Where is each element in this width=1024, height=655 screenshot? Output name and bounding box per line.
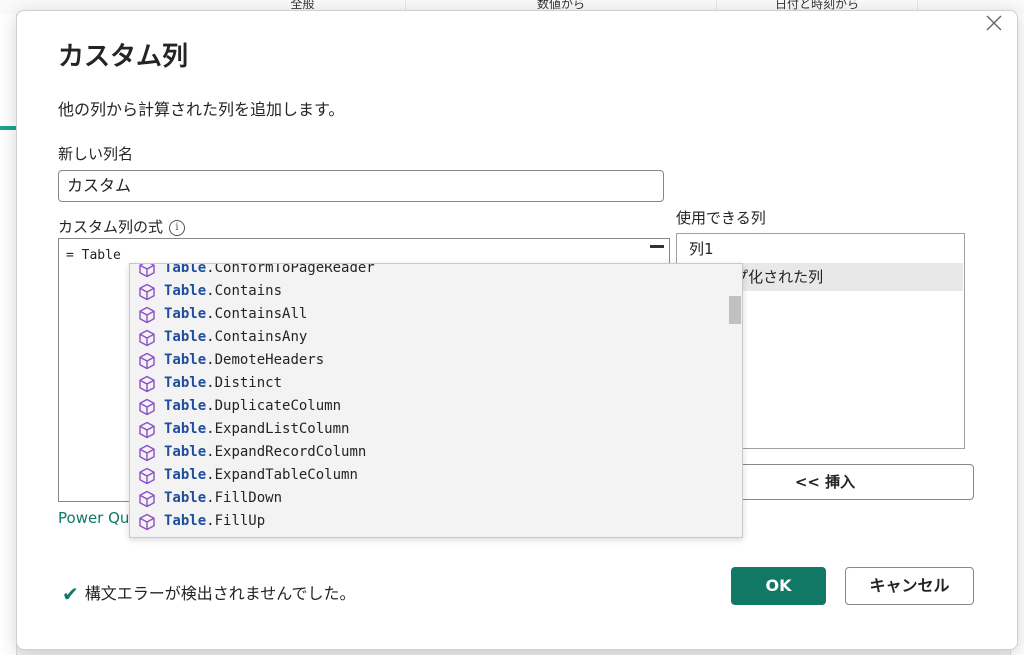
cube-icon — [138, 490, 156, 508]
cancel-button[interactable]: キャンセル — [845, 567, 974, 605]
ok-button[interactable]: OK — [731, 567, 826, 605]
autocomplete-item-prefix: Table — [164, 444, 207, 460]
autocomplete-item[interactable]: Table.DuplicateColumn — [130, 395, 726, 418]
autocomplete-item[interactable]: Table.ContainsAll — [130, 303, 726, 326]
cube-icon — [138, 513, 156, 531]
autocomplete-item[interactable]: Table.FillUp — [130, 510, 726, 533]
new-column-name-input[interactable]: カスタム — [58, 170, 664, 202]
autocomplete-item-prefix: Table — [164, 329, 207, 345]
autocomplete-item-prefix: Table — [164, 263, 207, 276]
autocomplete-item-name: .Distinct — [206, 375, 283, 391]
status-text: 構文エラーが検出されませんでした。 — [84, 584, 356, 603]
cube-icon — [138, 375, 156, 393]
formula-text[interactable]: = Table — [66, 248, 121, 263]
autocomplete-item-name: .DuplicateColumn — [206, 398, 342, 414]
autocomplete-item-label: Table.ExpandTableColumn — [164, 464, 358, 487]
autocomplete-item-name: .ContainsAny — [206, 329, 308, 345]
autocomplete-item-label: Table.DemoteHeaders — [164, 349, 324, 372]
status-message: ✔ 構文エラーが検出されませんでした。 — [62, 580, 356, 606]
cube-icon — [138, 421, 156, 439]
autocomplete-item-name: .ExpandTableColumn — [206, 467, 358, 483]
cube-icon — [138, 306, 156, 324]
autocomplete-item-prefix: Table — [164, 513, 207, 529]
autocomplete-item-label: Table.DuplicateColumn — [164, 395, 341, 418]
autocomplete-item-name: .FillUp — [206, 513, 266, 529]
cube-icon — [138, 467, 156, 485]
autocomplete-item[interactable]: Table.ConformToPageReader — [130, 263, 726, 280]
formula-label: カスタム列の式 — [58, 218, 164, 236]
autocomplete-item-name: .ExpandListColumn — [206, 421, 350, 437]
autocomplete-item-prefix: Table — [164, 352, 207, 368]
formula-label-row: カスタム列の式 i — [58, 216, 186, 237]
autocomplete-item-prefix: Table — [164, 490, 207, 506]
cube-icon — [138, 398, 156, 416]
available-columns-label: 使用できる列 — [676, 209, 766, 227]
autocomplete-scrollbar[interactable] — [728, 266, 742, 534]
autocomplete-item-label: Table.Distinct — [164, 372, 282, 395]
editor-scrollbar[interactable] — [648, 242, 666, 262]
autocomplete-item-name: .FillDown — [206, 490, 283, 506]
cube-icon — [138, 352, 156, 370]
autocomplete-item-name: .ContainsAll — [206, 306, 308, 322]
autocomplete-item-name: .DemoteHeaders — [206, 352, 325, 368]
autocomplete-item-label: Table.FillDown — [164, 487, 282, 510]
autocomplete-item-label: Table.ConformToPageReader — [164, 263, 375, 280]
autocomplete-item[interactable]: Table.ExpandListColumn — [130, 418, 726, 441]
dialog-title: カスタム列 — [58, 42, 189, 72]
autocomplete-item-label: Table.ContainsAny — [164, 326, 307, 349]
autocomplete-scroll-thumb[interactable] — [729, 296, 741, 324]
autocomplete-item-name: .ConformToPageReader — [206, 263, 375, 276]
autocomplete-item-prefix: Table — [164, 398, 207, 414]
close-icon[interactable] — [983, 14, 1005, 36]
autocomplete-item-prefix: Table — [164, 375, 207, 391]
power-query-link[interactable]: Power Qu — [58, 509, 129, 527]
autocomplete-item[interactable]: Table.ExpandTableColumn — [130, 464, 726, 487]
column-item-1[interactable]: 列1 — [678, 235, 963, 263]
autocomplete-item[interactable]: Table.ExpandRecordColumn — [130, 441, 726, 464]
autocomplete-item-prefix: Table — [164, 283, 207, 299]
autocomplete-item-prefix: Table — [164, 306, 207, 322]
check-icon: ✔ — [62, 582, 79, 606]
background-left-panel — [0, 14, 17, 655]
autocomplete-item[interactable]: Table.DemoteHeaders — [130, 349, 726, 372]
autocomplete-popup: Table.ConformToPageReader Table.Contains T… — [129, 263, 743, 538]
autocomplete-item-label: Table.ExpandRecordColumn — [164, 441, 366, 464]
autocomplete-item-prefix: Table — [164, 421, 207, 437]
autocomplete-item-label: Table.ContainsAll — [164, 303, 307, 326]
cube-icon — [138, 264, 156, 278]
autocomplete-item[interactable]: Table.FillDown — [130, 487, 726, 510]
cube-icon — [138, 283, 156, 301]
new-column-label: 新しい列名 — [58, 145, 134, 163]
autocomplete-item[interactable]: Table.Distinct — [130, 372, 726, 395]
autocomplete-item-label: Table.FillUp — [164, 510, 265, 533]
autocomplete-item-name: .Contains — [206, 283, 283, 299]
autocomplete-item-label: Table.Contains — [164, 280, 282, 303]
autocomplete-item-label: Table.ExpandListColumn — [164, 418, 349, 441]
cube-icon — [138, 444, 156, 462]
info-icon[interactable]: i — [169, 219, 186, 236]
cube-icon — [138, 329, 156, 347]
autocomplete-item-name: .ExpandRecordColumn — [206, 444, 367, 460]
autocomplete-item-prefix: Table — [164, 467, 207, 483]
dialog-description: 他の列から計算された列を追加します。 — [58, 100, 345, 119]
autocomplete-item[interactable]: Table.ContainsAny — [130, 326, 726, 349]
autocomplete-item[interactable]: Table.Contains — [130, 280, 726, 303]
